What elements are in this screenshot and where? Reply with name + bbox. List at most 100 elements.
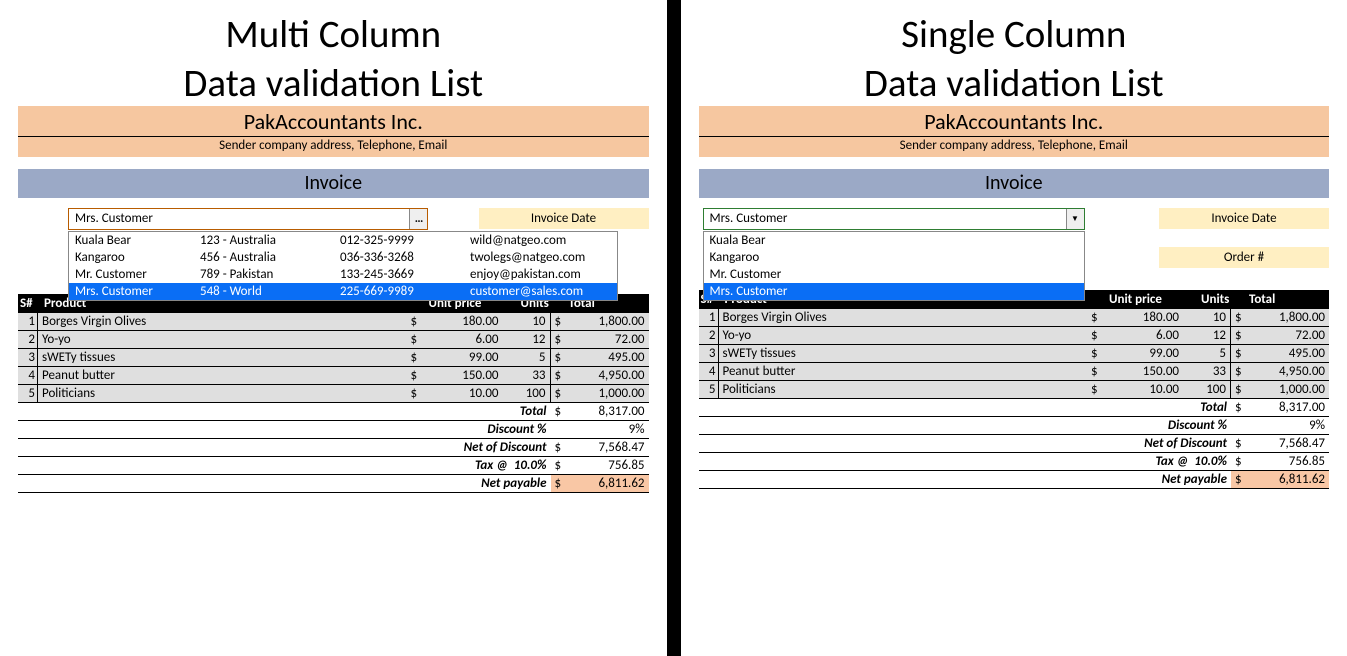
sum-netdisc-val-r: 7,568.47 xyxy=(1247,435,1329,452)
invoice-date-label-r: Invoice Date xyxy=(1159,208,1329,229)
sum-discount-cur-r xyxy=(1231,417,1247,434)
customer-combobox-r[interactable]: ▼ Kuala BearKangarooMr. CustomerMrs. Cus… xyxy=(703,208,1085,230)
invoice-heading: Invoice xyxy=(18,169,649,198)
customer-combobox[interactable]: … Kuala Bear123 - Australia012-325-9999w… xyxy=(68,208,428,230)
cell-total: 1,000.00 xyxy=(1247,381,1329,398)
table-row[interactable]: 2Yo-yo$6.0012$72.00 xyxy=(699,327,1330,345)
cell-product: Peanut butter xyxy=(719,363,1092,380)
dropdown-item[interactable]: Kuala Bear xyxy=(704,232,1084,249)
cell-unit-price: 99.00 xyxy=(1105,345,1183,362)
sum-tax-val-r: 756.85 xyxy=(1247,453,1329,470)
sum-tax-r: Tax @ 10.0% $ 756.85 xyxy=(699,453,1330,471)
table-row[interactable]: 5Politicians$10.00100$1,000.00 xyxy=(699,381,1330,399)
cell-product: Politicians xyxy=(38,385,411,402)
cell-units: 12 xyxy=(503,331,551,348)
table-row[interactable]: 3sWETy tissues$99.005$495.00 xyxy=(18,349,649,367)
sum-discount: Discount % 9% xyxy=(18,421,649,439)
cell-product: Yo-yo xyxy=(38,331,411,348)
cell-product: Yo-yo xyxy=(719,327,1092,344)
customer-input-r[interactable] xyxy=(704,209,1066,229)
sum-total-label: Total xyxy=(18,403,551,420)
cell-units: 5 xyxy=(503,349,551,366)
sum-discount-val-r: 9% xyxy=(1247,417,1329,434)
invoice-table: S# Product Unit price Units Total 1Borge… xyxy=(18,294,649,493)
meta-row: … Kuala Bear123 - Australia012-325-9999w… xyxy=(18,208,649,230)
cell-currency: $ xyxy=(551,367,567,384)
combobox-toggle[interactable]: … xyxy=(409,209,427,229)
sum-discount-label-r: Discount % xyxy=(699,417,1232,434)
cell-units: 12 xyxy=(1183,327,1231,344)
sum-netpay-label: Net payable xyxy=(18,475,551,492)
table-row[interactable]: 3sWETy tissues$99.005$495.00 xyxy=(699,345,1330,363)
dropdown-item[interactable]: Kangaroo xyxy=(704,249,1084,266)
dropdown-item[interactable]: Kuala Bear123 - Australia012-325-9999wil… xyxy=(69,232,617,249)
sum-netpay-label-r: Net payable xyxy=(699,471,1232,488)
cell-product: Politicians xyxy=(719,381,1092,398)
cell-currency: $ xyxy=(551,313,567,330)
title-multi-1: Multi Column xyxy=(18,14,649,57)
sum-netdisc-label-r: Net of Discount xyxy=(699,435,1232,452)
cell-sn: 2 xyxy=(699,327,719,344)
cell-unit-price: 6.00 xyxy=(425,331,503,348)
table-row[interactable]: 5Politicians$10.00100$1,000.00 xyxy=(18,385,649,403)
cell-total: 495.00 xyxy=(1247,345,1329,362)
customer-input[interactable] xyxy=(69,209,409,229)
cell-unit-price: 10.00 xyxy=(425,385,503,402)
cell-unit-price: 150.00 xyxy=(425,367,503,384)
cell-total: 1,000.00 xyxy=(567,385,649,402)
cell-unit-price: 99.00 xyxy=(425,349,503,366)
cell-sn: 2 xyxy=(18,331,38,348)
dropdown-item[interactable]: Mr. Customer789 - Pakistan133-245-3669en… xyxy=(69,266,617,283)
sum-net-of-discount: Net of Discount $ 7,568.47 xyxy=(18,439,649,457)
sum-total: Total $ 8,317.00 xyxy=(18,403,649,421)
combobox-toggle-r[interactable]: ▼ xyxy=(1066,209,1084,229)
table-row[interactable]: 4Peanut butter$150.0033$4,950.00 xyxy=(18,367,649,385)
dropdown-item[interactable]: Mr. Customer xyxy=(704,266,1084,283)
panel-single-column: Single Column Data validation List PakAc… xyxy=(681,0,1347,656)
cell-sn: 3 xyxy=(699,345,719,362)
cell-sn: 4 xyxy=(18,367,38,384)
table-row[interactable]: 4Peanut butter$150.0033$4,950.00 xyxy=(699,363,1330,381)
sum-discount-label: Discount % xyxy=(18,421,551,438)
table-row[interactable]: 2Yo-yo$6.0012$72.00 xyxy=(18,331,649,349)
sum-netpay-cur-r: $ xyxy=(1231,471,1247,488)
sum-tax-label-r: Tax @ 10.0% xyxy=(699,453,1232,470)
title-multi-2: Data validation List xyxy=(18,63,649,106)
sum-netpay-cur: $ xyxy=(551,475,567,492)
cell-total: 1,800.00 xyxy=(1247,309,1329,326)
sum-tax-cur-r: $ xyxy=(1231,453,1247,470)
panel-multi-column: Multi Column Data validation List PakAcc… xyxy=(0,0,667,656)
sum-total-val-r: 8,317.00 xyxy=(1247,399,1329,416)
cell-unit-price: 150.00 xyxy=(1105,363,1183,380)
cell-product: sWETy tissues xyxy=(38,349,411,366)
sum-netdisc-label: Net of Discount xyxy=(18,439,551,456)
cell-currency: $ xyxy=(1091,345,1105,362)
cell-total: 72.00 xyxy=(567,331,649,348)
company-name: PakAccountants Inc. xyxy=(18,106,649,136)
table-row[interactable]: 1Borges Virgin Olives$180.0010$1,800.00 xyxy=(699,309,1330,327)
sum-netpay-val: 6,811.62 xyxy=(567,475,649,492)
cell-currency: $ xyxy=(1231,309,1247,326)
cell-unit-price: 6.00 xyxy=(1105,327,1183,344)
cell-unit-price: 10.00 xyxy=(1105,381,1183,398)
cell-currency: $ xyxy=(411,349,425,366)
cell-units: 10 xyxy=(503,313,551,330)
sum-netdisc-cur-r: $ xyxy=(1231,435,1247,452)
cell-sn: 4 xyxy=(699,363,719,380)
sum-tax: Tax @ 10.0% $ 756.85 xyxy=(18,457,649,475)
dropdown-item[interactable]: Mrs. Customer548 - World225-669-9989cust… xyxy=(69,283,617,300)
cell-units: 33 xyxy=(503,367,551,384)
dropdown-item[interactable]: Mrs. Customer xyxy=(704,283,1084,300)
cell-currency: $ xyxy=(1091,327,1105,344)
ellipsis-icon: … xyxy=(415,212,423,226)
invoice-table-r: S# Product Unit price Units Total 1Borge… xyxy=(699,290,1330,489)
cell-total: 1,800.00 xyxy=(567,313,649,330)
cell-unit-price: 180.00 xyxy=(425,313,503,330)
invoice-date-label: Invoice Date xyxy=(479,208,649,229)
vertical-divider xyxy=(667,0,681,656)
cell-sn: 3 xyxy=(18,349,38,366)
meta-row-r: ▼ Kuala BearKangarooMr. CustomerMrs. Cus… xyxy=(699,208,1330,268)
dropdown-item[interactable]: Kangaroo456 - Australia036-336-3268twole… xyxy=(69,249,617,266)
order-number-label: Order # xyxy=(1159,247,1329,268)
table-row[interactable]: 1Borges Virgin Olives$180.0010$1,800.00 xyxy=(18,313,649,331)
